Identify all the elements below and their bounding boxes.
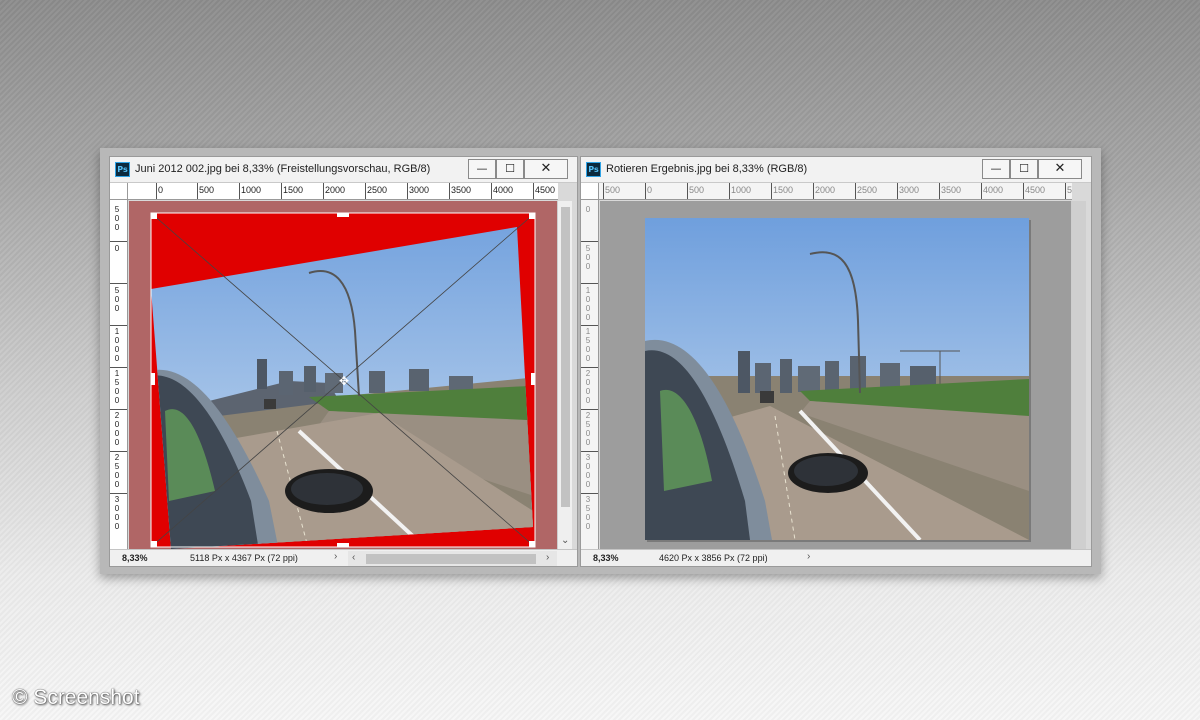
vertical-ruler[interactable]: 500 0 500 1000 1500 2000 2500 3000	[110, 200, 128, 550]
svg-text:✥: ✥	[339, 374, 349, 388]
ruler-label: 500	[114, 286, 120, 313]
horizontal-ruler[interactable]: 500 0 500 1000 1500 2000 2500 3000 3500 …	[599, 183, 1072, 200]
ruler-label: 2000	[325, 185, 346, 195]
vertical-scrollbar[interactable]	[1071, 201, 1086, 551]
ruler-label: 1000	[241, 185, 262, 195]
ruler-label: 3500	[941, 185, 962, 195]
ruler-label: 3000	[899, 185, 920, 195]
ruler-label: 1000	[585, 286, 591, 322]
ruler-label: 2000	[585, 369, 591, 405]
ruler-label: 500	[114, 205, 120, 232]
title-bar[interactable]: Ps Juni 2012 002.jpg bei 8,33% (Freistel…	[110, 157, 577, 183]
vertical-scrollbar[interactable]: ⌄	[557, 201, 572, 551]
horizontal-scrollbar[interactable]: ‹ ›	[348, 551, 557, 566]
ruler-label: 0	[158, 185, 164, 195]
zoom-level[interactable]: 8,33%	[593, 553, 619, 563]
ruler-label: 3500	[451, 185, 472, 195]
ruler-label: 3000	[585, 453, 591, 489]
ruler-label: 2500	[857, 185, 878, 195]
ruler-label: 500	[585, 244, 591, 271]
ruler-label: 0	[585, 205, 591, 214]
status-menu-arrow[interactable]: ›	[807, 551, 810, 562]
ruler-label: 4500	[535, 185, 556, 195]
ruler-label: 3000	[409, 185, 430, 195]
ruler-label: 0	[647, 185, 653, 195]
crop-preview-image: ✥	[129, 201, 557, 551]
scroll-right-icon[interactable]: ›	[546, 552, 549, 563]
maximize-button[interactable]: ☐	[1010, 159, 1038, 179]
ruler-label: 4500	[1025, 185, 1046, 195]
status-bar: 8,33% 4620 Px x 3856 Px (72 ppi) ›	[581, 549, 1091, 566]
status-bar: 8,33% 5118 Px x 4367 Px (72 ppi) › ‹ ›	[110, 549, 577, 566]
document-window-crop-preview[interactable]: Ps Juni 2012 002.jpg bei 8,33% (Freistel…	[109, 156, 578, 567]
ruler-label: 1500	[773, 185, 794, 195]
scroll-thumb[interactable]	[366, 554, 536, 564]
ruler-origin[interactable]	[110, 183, 128, 200]
ruler-label: 1500	[585, 327, 591, 363]
ruler-label: 3000	[114, 495, 120, 531]
close-button[interactable]: ✕	[524, 159, 568, 179]
ruler-label: 2500	[114, 453, 120, 489]
scroll-down-icon[interactable]: ⌄	[561, 535, 569, 546]
ruler-label: 5	[1067, 185, 1072, 195]
status-menu-arrow[interactable]: ›	[334, 551, 337, 562]
maximize-button[interactable]: ☐	[496, 159, 524, 179]
document-window-rotated-result[interactable]: Ps Rotieren Ergebnis.jpg bei 8,33% (RGB/…	[580, 156, 1092, 567]
ruler-label: 2000	[815, 185, 836, 195]
zoom-level[interactable]: 8,33%	[122, 553, 148, 563]
document-size: 5118 Px x 4367 Px (72 ppi)	[190, 553, 298, 563]
ruler-label: 4000	[983, 185, 1004, 195]
minimize-button[interactable]: —	[468, 159, 496, 179]
ruler-label: 2500	[367, 185, 388, 195]
ruler-label: 2000	[114, 411, 120, 447]
ruler-label: 2500	[585, 411, 591, 447]
scroll-left-icon[interactable]: ‹	[352, 552, 355, 563]
ruler-label: 1500	[283, 185, 304, 195]
photoshop-icon: Ps	[586, 162, 601, 177]
copyright-watermark: © Screenshot	[12, 686, 140, 709]
ruler-label: 1500	[114, 369, 120, 405]
vertical-ruler[interactable]: 0 500 1000 1500 2000 2500 3000 3500	[581, 200, 599, 550]
ruler-label: 500	[605, 185, 621, 195]
ruler-origin[interactable]	[581, 183, 599, 200]
ruler-label: 500	[199, 185, 215, 195]
minimize-button[interactable]: —	[982, 159, 1010, 179]
photoshop-workspace: Ps Juni 2012 002.jpg bei 8,33% (Freistel…	[100, 148, 1101, 574]
scroll-thumb[interactable]	[561, 207, 570, 507]
photoshop-icon: Ps	[115, 162, 130, 177]
ruler-label: 4000	[493, 185, 514, 195]
document-title: Juni 2012 002.jpg bei 8,33% (Freistellun…	[135, 163, 431, 175]
close-button[interactable]: ✕	[1038, 159, 1082, 179]
document-size: 4620 Px x 3856 Px (72 ppi)	[659, 553, 768, 563]
title-bar[interactable]: Ps Rotieren Ergebnis.jpg bei 8,33% (RGB/…	[581, 157, 1091, 183]
document-canvas[interactable]	[600, 201, 1071, 551]
document-canvas[interactable]: ✥	[129, 201, 557, 551]
horizontal-ruler[interactable]: 0 500 1000 1500 2000 2500 3000 3500 4000…	[128, 183, 558, 200]
ruler-label: 500	[689, 185, 705, 195]
rotated-result-image	[645, 218, 1031, 542]
ruler-label: 1000	[114, 327, 120, 363]
ruler-label: 3500	[585, 495, 591, 531]
ruler-label: 1000	[731, 185, 752, 195]
ruler-label: 0	[114, 244, 120, 253]
document-title: Rotieren Ergebnis.jpg bei 8,33% (RGB/8)	[606, 163, 808, 175]
